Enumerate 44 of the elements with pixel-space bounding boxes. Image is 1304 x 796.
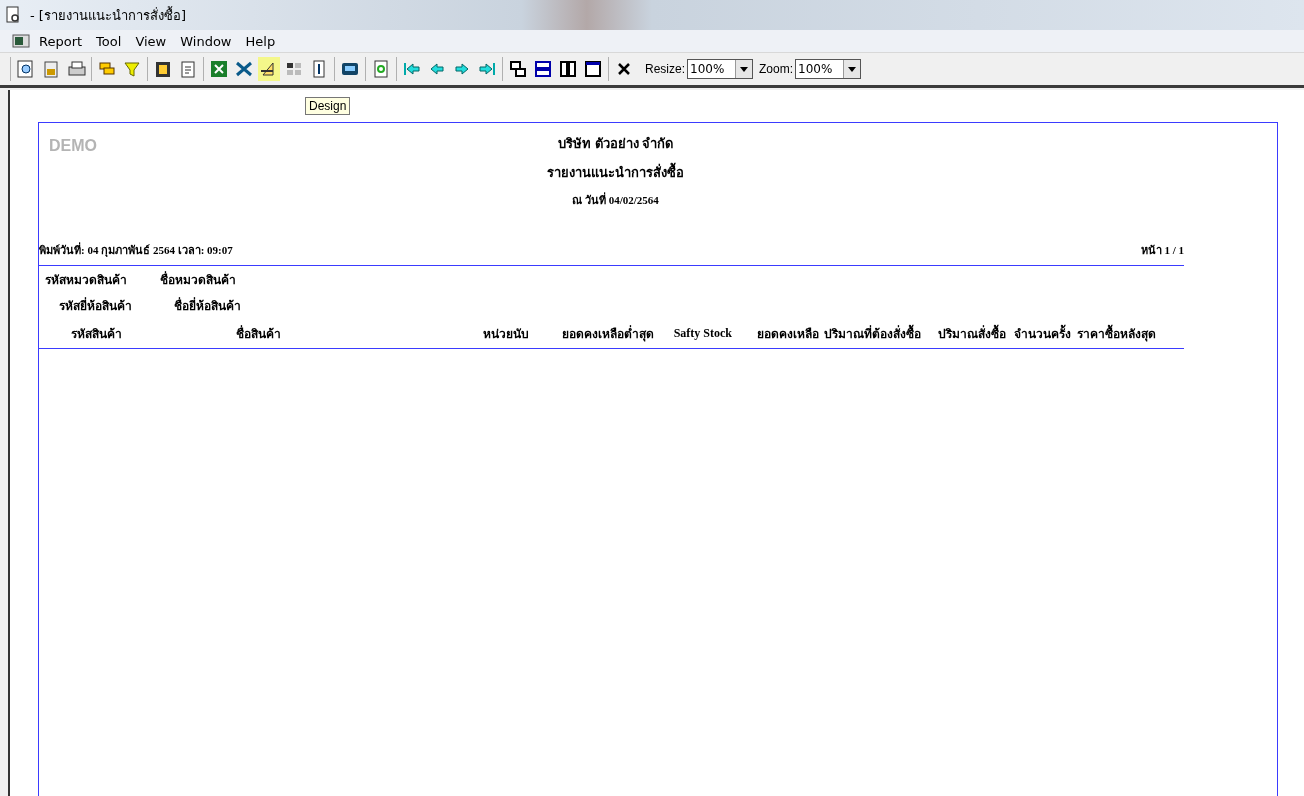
resize-label: Resize: xyxy=(645,62,685,76)
rows-icon xyxy=(533,59,553,79)
x-icon xyxy=(234,59,254,79)
column-header: ยอดคงเหลือ xyxy=(757,325,821,343)
menu-item[interactable]: Report xyxy=(34,33,88,49)
menu-item[interactable]: Window xyxy=(175,33,237,49)
note-icon xyxy=(178,59,198,79)
zoom-label: Zoom: xyxy=(759,62,794,76)
zoom-dropdown[interactable]: 100% xyxy=(795,59,862,79)
column-header: ปริมาณสั่งซื้อ xyxy=(938,323,1008,343)
menu-item[interactable]: Tool xyxy=(91,33,127,49)
header-label: รหัสหมวดสินค้า xyxy=(45,271,128,289)
caret-icon xyxy=(843,60,861,78)
caret-icon xyxy=(735,60,752,78)
company-name: บริษัท ตัวอย่าง จำกัด xyxy=(558,135,673,153)
report-date: ณ วันที่ 04/02/2564 xyxy=(572,191,659,208)
menu-item[interactable]: View xyxy=(130,33,172,49)
document-magnifier-icon xyxy=(6,6,22,24)
watermark: DEMO xyxy=(49,137,97,155)
column-header: Safty Stock xyxy=(673,325,733,341)
header-label: ชื่อหมวดสินค้า xyxy=(160,270,237,289)
page-number: หน้า 1 / 1 xyxy=(1140,243,1184,258)
column-header: ราคาซื้อหลังสุด xyxy=(1077,323,1158,343)
window-icon xyxy=(583,59,603,79)
print-date: พิมพ์วันที่: 04 กุมภาพันธ์ 2564 เวลา: 09:07 xyxy=(39,241,233,259)
column-header: หน่วยนับ xyxy=(483,325,531,343)
resize-dropdown[interactable]: 100% xyxy=(687,59,753,79)
column-header: รหัสสินค้า xyxy=(70,325,123,343)
excel-icon xyxy=(209,59,229,79)
filter-icon xyxy=(122,59,142,79)
tooltip: Design xyxy=(305,97,351,115)
window-icon[interactable] xyxy=(12,34,30,48)
column-header: ยอดคงเหลือต่ำสุด xyxy=(561,324,655,343)
column-header: ปริมาณที่ต้องสั่งซื้อ xyxy=(824,323,923,343)
header-label: ชื่อยี่ห้อสินค้า xyxy=(174,296,242,315)
print-icon xyxy=(66,59,86,79)
menu-item[interactable]: Help xyxy=(240,33,281,49)
window-title: - [รายงานแนะนำการสั่งซื้อ] xyxy=(30,5,186,25)
header-label: รหัสยี่ห้อสินค้า xyxy=(59,296,133,315)
report-title: รายงานแนะนำการสั่งซื้อ xyxy=(547,162,684,183)
cascade-icon xyxy=(508,59,528,79)
column-header: ชื่อสินค้า xyxy=(236,324,283,343)
column-header: จำนวนครั้ง xyxy=(1013,323,1072,343)
cols-icon xyxy=(558,59,578,79)
